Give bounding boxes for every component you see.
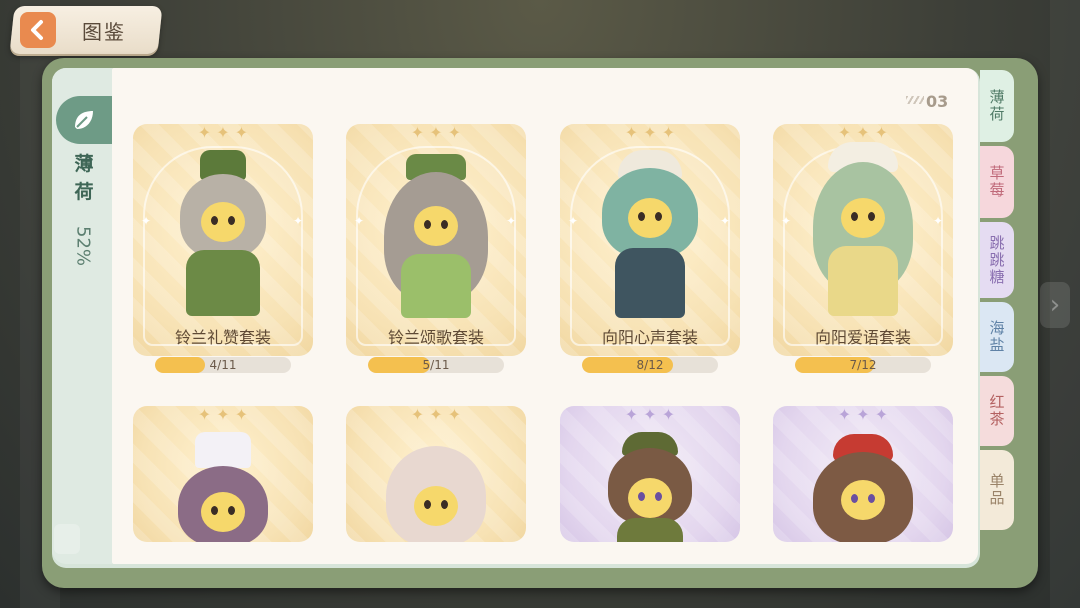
next-page-arrow-icon[interactable]: › (1040, 282, 1070, 328)
character-figure (808, 434, 918, 542)
progress-text: 4/11 (209, 358, 237, 372)
character-figure (808, 142, 918, 322)
sparkle-icon: ✦ ✦ ✦ (837, 124, 889, 142)
sparkle-icon: ✦ (505, 214, 516, 228)
character-figure (595, 138, 705, 323)
collection-progress: 5/11 (368, 357, 504, 373)
leaf-icon (75, 111, 93, 129)
back-button[interactable]: 图鉴 (9, 6, 163, 54)
tab-mint[interactable]: 薄荷 (980, 70, 1014, 142)
progress-text: 8/12 (636, 358, 664, 372)
category-tab-mint[interactable] (56, 96, 112, 144)
progress-text: 7/12 (849, 358, 877, 372)
outfit-card[interactable]: ✦ ✦ ✦ ✦ ✦ 向阳爱语套装 (773, 124, 953, 356)
outfit-card[interactable]: ✦ ✦ ✦ (560, 406, 740, 542)
page-number-mark (906, 96, 924, 104)
collection-percent: 52% (72, 225, 94, 266)
tab-label: 海盐 (987, 320, 1006, 354)
collection-progress: 4/11 (155, 357, 291, 373)
progress-text: 5/11 (422, 358, 450, 372)
tab-label: 薄荷 (987, 89, 1006, 123)
sparkle-icon: ✦ (292, 214, 303, 228)
card-name: 向阳爱语套装 (814, 328, 911, 347)
bookmark-tag (54, 524, 80, 554)
sparkle-icon: ✦ ✦ ✦ (837, 406, 889, 424)
outfit-card[interactable]: ✦ ✦ ✦ (133, 406, 313, 542)
back-arrow-icon (20, 12, 56, 48)
outfit-card[interactable]: ✦ ✦ ✦ ✦ ✦ 向阳心声套装 (560, 124, 740, 356)
sparkle-icon: ✦ (719, 214, 730, 228)
character-figure (173, 150, 273, 320)
sparkle-icon: ✦ ✦ ✦ (197, 124, 249, 142)
tab-sea-salt[interactable]: 海盐 (980, 302, 1014, 372)
sparkle-icon: ✦ (932, 214, 943, 228)
card-name: 向阳心声套装 (601, 328, 698, 347)
outfit-card[interactable]: ✦ ✦ ✦ (346, 406, 526, 542)
tab-popping-candy[interactable]: 跳跳糖 (980, 222, 1014, 298)
sparkle-icon: ✦ (141, 214, 152, 228)
tab-label: 单品 (987, 473, 1006, 507)
character-figure (168, 422, 278, 542)
page-title: 图鉴 (82, 19, 126, 44)
character-figure (381, 430, 491, 542)
sparkle-icon: ✦ (354, 214, 365, 228)
card-name: 铃兰颂歌套装 (387, 328, 484, 347)
sparkle-icon: ✦ (568, 214, 579, 228)
tab-label: 草莓 (987, 165, 1006, 199)
card-name: 铃兰礼赞套装 (174, 328, 271, 347)
tab-strawberry[interactable]: 草莓 (980, 146, 1014, 218)
sparkle-icon: ✦ ✦ ✦ (410, 406, 462, 424)
collection-progress: 7/12 (795, 357, 931, 373)
tab-label: 红茶 (987, 394, 1006, 428)
sparkle-icon: ✦ ✦ ✦ (410, 124, 462, 142)
page-number: 03 (926, 92, 949, 111)
character-figure (600, 432, 700, 542)
outfit-card[interactable]: ✦ ✦ ✦ ✦ ✦ 铃兰颂歌套装 (346, 124, 526, 356)
collection-progress: 8/12 (582, 357, 718, 373)
tab-single-items[interactable]: 单品 (980, 450, 1014, 530)
sparkle-icon: ✦ ✦ ✦ (624, 406, 676, 424)
sparkle-icon: ✦ (781, 214, 792, 228)
category-label: 薄荷 (74, 153, 94, 203)
character-figure (381, 154, 491, 324)
outfit-card[interactable]: ✦ ✦ ✦ ✦ ✦ 铃兰礼赞套装 (133, 124, 313, 356)
tab-black-tea[interactable]: 红茶 (980, 376, 1014, 446)
outfit-card[interactable]: ✦ ✦ ✦ (773, 406, 953, 542)
tab-label: 跳跳糖 (987, 234, 1006, 286)
